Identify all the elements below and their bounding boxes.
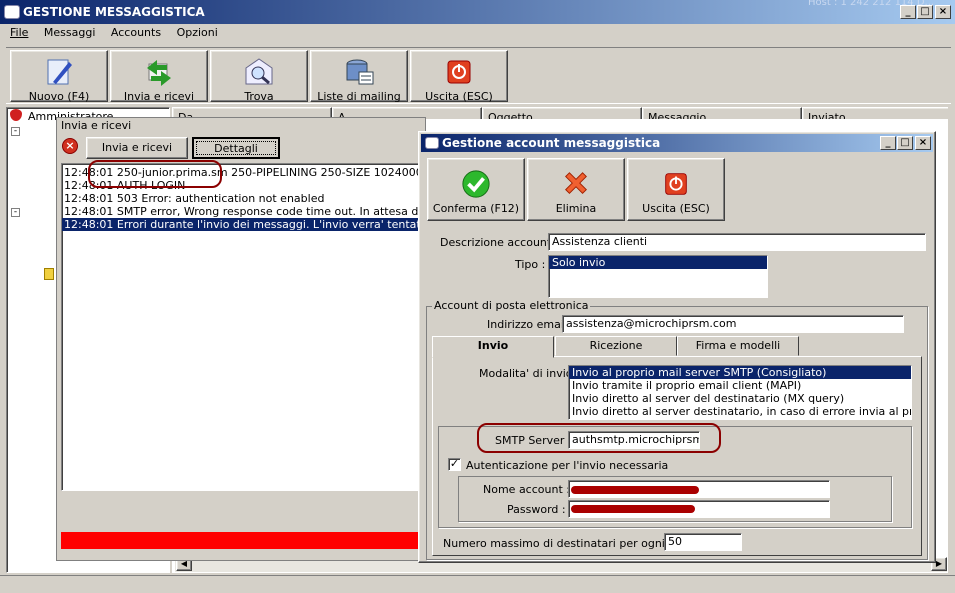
maximize-button[interactable]: □ [917,5,933,19]
log-line-selected: 12:48:01 Errori durante l'invio dei mess… [62,218,420,231]
send-receive-icon [147,60,171,86]
col-oggetto[interactable]: Oggetto [482,107,642,119]
delete-button[interactable]: Elimina [527,158,625,221]
find-button[interactable]: Trova [210,50,308,103]
folder-icon [44,268,54,280]
mail-dialog-icon [425,137,439,149]
delete-icon [565,172,587,195]
tab-page-invio [432,356,922,556]
pen-icon [47,59,72,85]
exit-icon [447,60,471,84]
send-receive-button-label: Invia e ricevi [123,90,195,103]
tab-ricezione[interactable]: Ricezione [555,336,677,356]
dialog-minimize-button[interactable]: _ [880,136,896,150]
tree-expander-2[interactable]: - [11,208,20,217]
mailing-list-button[interactable]: Liste di mailing [310,50,408,103]
menu-accounts[interactable]: Accounts [111,26,161,39]
email-account-group-title: Account di posta elettronica [432,299,591,312]
send-receive-log[interactable]: 12:48:01 250-junior.prima.sm 250-PIPELIN… [61,163,421,491]
close-button[interactable]: × [935,5,951,19]
status-bar [0,575,955,593]
exit-button[interactable]: Uscita (ESC) [410,50,508,103]
description-field[interactable]: Assistenza clienti [548,233,926,251]
mailing-list-icon [346,59,374,85]
tab-invio[interactable]: Invio [432,336,554,358]
description-label: Descrizione account : [440,236,559,249]
panel-details-button[interactable]: Dettagli [192,137,280,159]
minimize-button[interactable]: _ [900,5,916,19]
tipo-listbox[interactable]: Solo invio [548,255,768,298]
menu-opzioni[interactable]: Opzioni [177,26,218,39]
tab-firma[interactable]: Firma e modelli [677,336,799,356]
tree-expander[interactable]: - [11,127,20,136]
dialog-exit-button[interactable]: Uscita (ESC) [627,158,725,221]
tipo-label: Tipo : [515,258,546,271]
log-line: 12:48:01 503 Error: authentication not e… [64,192,325,205]
dialog-exit-button-label: Uscita (ESC) [642,202,710,215]
menu-file[interactable]: File [10,26,28,39]
send-receive-panel-title: Invia e ricevi [61,119,132,132]
panel-close-icon[interactable]: × [62,138,78,154]
account-dialog-title-bar: Gestione account messaggistica [421,134,933,152]
col-messaggio[interactable]: Messaggio [642,107,802,119]
check-icon [462,170,490,198]
dialog-close-button[interactable]: × [915,136,931,150]
account-dialog-title: Gestione account messaggistica [442,136,661,150]
find-button-label: Trova [244,90,274,103]
email-field[interactable]: assistenza@microchiprsm.com [562,315,904,333]
confirm-button-label: Conferma (F12) [432,202,520,215]
exit-icon [665,173,687,195]
progress-bar [61,532,421,549]
confirm-button[interactable]: Conferma (F12) [427,158,525,221]
new-button-label: Nuovo (F4) [28,90,90,103]
dialog-maximize-button[interactable]: □ [897,136,913,150]
menu-messaggi[interactable]: Messaggi [44,26,95,39]
highlight-annotation-log [88,160,222,188]
send-receive-button[interactable]: Invia e ricevi [110,50,208,103]
log-line: 12:48:01 SMTP error, Wrong response code… [64,205,421,218]
delete-button-label: Elimina [555,202,597,215]
col-inviato[interactable]: Inviato [802,107,948,119]
search-icon [245,58,273,85]
mailing-list-button-label: Liste di mailing [317,90,401,103]
mail-app-icon [4,5,20,19]
exit-button-label: Uscita (ESC) [425,90,493,103]
menu-bar: File Messaggi Accounts Opzioni [10,26,230,44]
tipo-option-selected[interactable]: Solo invio [549,256,767,269]
main-window-title: GESTIONE MESSAGGISTICA [23,5,205,19]
new-button[interactable]: Nuovo (F4) [10,50,108,103]
panel-send-receive-button[interactable]: Invia e ricevi [86,137,188,159]
